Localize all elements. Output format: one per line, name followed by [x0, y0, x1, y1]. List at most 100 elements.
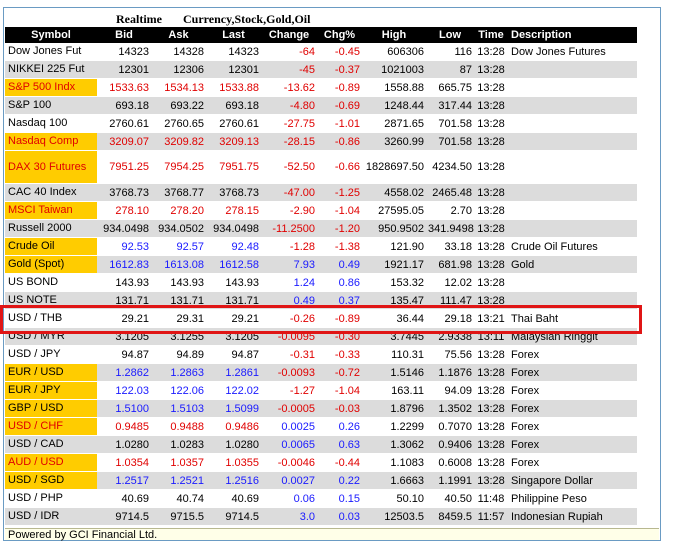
symbol-cell[interactable]: USD / MYR [5, 327, 97, 346]
symbol-cell[interactable]: US BOND [5, 273, 97, 292]
symbol-cell[interactable]: Gold (Spot) [5, 255, 97, 274]
table-row[interactable]: AUD / USD 1.0354 1.0357 1.0355 -0.0046 -0.44 1… [5, 453, 637, 472]
bid-cell: 92.53 [97, 237, 151, 256]
table-row[interactable]: USD / PHP 40.69 40.74 40.69 0.06 0.15 50.10 40.… [5, 489, 637, 508]
symbol-cell[interactable]: Russell 2000 [5, 219, 97, 238]
table-row[interactable]: DAX 30 Futures 7951.25 7954.25 7951.75 -52.5… [5, 150, 637, 184]
last-cell: 12301 [206, 60, 261, 79]
symbol-cell[interactable]: USD / SGD [5, 471, 97, 490]
bid-cell: 693.18 [97, 96, 151, 115]
time-cell: 13:28 [474, 183, 508, 202]
change-cell: -2.90 [261, 201, 317, 220]
change-cell: -47.00 [261, 183, 317, 202]
symbol-cell[interactable]: S&P 500 Indx [5, 78, 97, 97]
symbol-cell[interactable]: MSCI Taiwan [5, 201, 97, 220]
ask-cell: 7954.25 [151, 150, 206, 184]
symbol-cell[interactable]: AUD / USD [5, 453, 97, 472]
change-percent-cell: 0.03 [317, 507, 362, 526]
symbol-cell[interactable]: DAX 30 Futures [5, 150, 97, 184]
time-cell: 13:28 [474, 201, 508, 220]
bid-cell: 1.2517 [97, 471, 151, 490]
time-cell: 13:28 [474, 417, 508, 436]
column-header: Bid [97, 27, 151, 43]
ask-cell: 1.5103 [151, 399, 206, 418]
symbol-cell[interactable]: USD / CAD [5, 435, 97, 454]
table-row[interactable]: GBP / USD 1.5100 1.5103 1.5099 -0.0005 -0.03 1… [5, 399, 637, 418]
bid-cell: 1.0280 [97, 435, 151, 454]
symbol-cell[interactable]: Dow Jones Fut [5, 43, 97, 61]
time-cell: 13:28 [474, 255, 508, 274]
low-cell: 1.1991 [426, 471, 474, 490]
change-percent-cell: -0.66 [317, 150, 362, 184]
symbol-cell[interactable]: USD / JPY [5, 345, 97, 364]
high-cell: 27595.05 [362, 201, 426, 220]
bid-cell: 1.5100 [97, 399, 151, 418]
table-row[interactable]: S&P 500 Indx 1533.63 1534.13 1533.88 -13.62-… [5, 78, 637, 97]
table-row[interactable]: USD / CHF 0.9485 0.9488 0.9486 0.0025 0.26 1.2… [5, 417, 637, 436]
symbol-cell[interactable]: S&P 100 [5, 96, 97, 115]
table-row[interactable]: Gold (Spot) 1612.83 1613.08 1612.58 7.93 0.49… [5, 255, 637, 274]
last-cell: 7951.75 [206, 150, 261, 184]
symbol-cell[interactable]: Crude Oil [5, 237, 97, 256]
last-cell: 94.87 [206, 345, 261, 364]
low-cell: 317.44 [426, 96, 474, 115]
table-row[interactable]: USD / IDR 9714.5 9715.5 9714.5 3.0 0.03 12503.… [5, 507, 637, 526]
time-cell: 13:21 [474, 309, 508, 328]
table-row[interactable]: NIKKEI 225 Fut 12301 12306 12301 -45 -0.37 102… [5, 60, 637, 79]
change-percent-cell: -0.69 [317, 96, 362, 115]
last-cell: 1.2516 [206, 471, 261, 490]
high-cell: 606306 [362, 43, 426, 61]
ask-cell: 3768.77 [151, 183, 206, 202]
change-cell: -13.62 [261, 78, 317, 97]
table-row[interactable]: USD / SGD 1.2517 1.2521 1.2516 0.0027 0.22 1.6… [5, 471, 637, 490]
symbol-cell[interactable]: USD / PHP [5, 489, 97, 508]
ask-cell: 92.57 [151, 237, 206, 256]
change-percent-cell: -0.33 [317, 345, 362, 364]
change-cell: -27.75 [261, 114, 317, 133]
symbol-cell[interactable]: US NOTE [5, 291, 97, 310]
table-header-row: Symbol Bid Ask Last Change Chg% High Low Time Des… [5, 27, 637, 43]
table-row[interactable]: Nasdaq 100 2760.61 2760.65 2760.61 -27.75 -1.… [5, 114, 637, 133]
change-percent-cell: -0.45 [317, 43, 362, 61]
symbol-cell[interactable]: Nasdaq 100 [5, 114, 97, 133]
change-cell: -45 [261, 60, 317, 79]
last-cell: 1.2861 [206, 363, 261, 382]
last-cell: 131.71 [206, 291, 261, 310]
table-row[interactable]: US NOTE 131.71 131.71 131.71 0.49 0.37 135.47 1… [5, 291, 637, 310]
table-row[interactable]: US BOND 143.93 143.93 143.93 1.24 0.86 153.32 1… [5, 273, 637, 292]
change-percent-cell: -1.20 [317, 219, 362, 238]
table-row[interactable]: USD / JPY 94.87 94.89 94.87 -0.31 -0.33 110.31… [5, 345, 637, 364]
change-percent-cell: -0.03 [317, 399, 362, 418]
time-cell: 13:28 [474, 363, 508, 382]
symbol-cell[interactable]: USD / CHF [5, 417, 97, 436]
symbol-cell[interactable]: EUR / JPY [5, 381, 97, 400]
symbol-cell[interactable]: USD / IDR [5, 507, 97, 526]
table-row[interactable]: MSCI Taiwan 278.10 278.20 278.15 -2.90 -1.04 2… [5, 201, 637, 220]
table-row[interactable]: EUR / JPY 122.03 122.06 122.02 -1.27 -1.04 163… [5, 381, 637, 400]
table-row[interactable]: Dow Jones Fut 14323 14328 14323 -64 -0.45 6063… [5, 43, 637, 61]
table-row[interactable]: Nasdaq Comp 3209.07 3209.82 3209.13 -28.15 -0… [5, 132, 637, 151]
ask-cell: 934.0502 [151, 219, 206, 238]
description-cell: Forex [508, 399, 637, 418]
symbol-cell[interactable]: Nasdaq Comp [5, 132, 97, 151]
table-row[interactable]: CAC 40 Index 3768.73 3768.77 3768.73 -47.00-… [5, 183, 637, 202]
table-row[interactable]: EUR / USD 1.2862 1.2863 1.2861 -0.0093 -0.72 1… [5, 363, 637, 382]
column-header: Symbol [5, 27, 97, 43]
table-row[interactable]: USD / THB 29.21 29.31 29.21 -0.26 -0.89 36.44 2… [5, 309, 637, 328]
change-cell: 3.0 [261, 507, 317, 526]
table-row[interactable]: Russell 2000 934.0498 934.0502 934.0498 -11.… [5, 219, 637, 238]
symbol-cell[interactable]: NIKKEI 225 Fut [5, 60, 97, 79]
change-cell: -0.31 [261, 345, 317, 364]
high-cell: 1.3062 [362, 435, 426, 454]
table-row[interactable]: USD / CAD 1.0280 1.0283 1.0280 0.0065 0.63 1.3… [5, 435, 637, 454]
symbol-cell[interactable]: GBP / USD [5, 399, 97, 418]
low-cell: 665.75 [426, 78, 474, 97]
symbol-cell[interactable]: EUR / USD [5, 363, 97, 382]
table-row[interactable]: Crude Oil 92.53 92.57 92.48 -1.28 -1.38 121.90… [5, 237, 637, 256]
bid-cell: 122.03 [97, 381, 151, 400]
symbol-cell[interactable]: USD / THB [5, 309, 97, 328]
quote-panel: Realtime Currency,Stock,Gold,Oil Symbol B… [3, 7, 661, 541]
symbol-cell[interactable]: CAC 40 Index [5, 183, 97, 202]
table-row[interactable]: S&P 100 693.18 693.22 693.18 -4.80 -0.69 1248.… [5, 96, 637, 115]
table-row[interactable]: USD / MYR 3.1205 3.1255 3.1205 -0.0095 -0.30 3… [5, 327, 637, 346]
